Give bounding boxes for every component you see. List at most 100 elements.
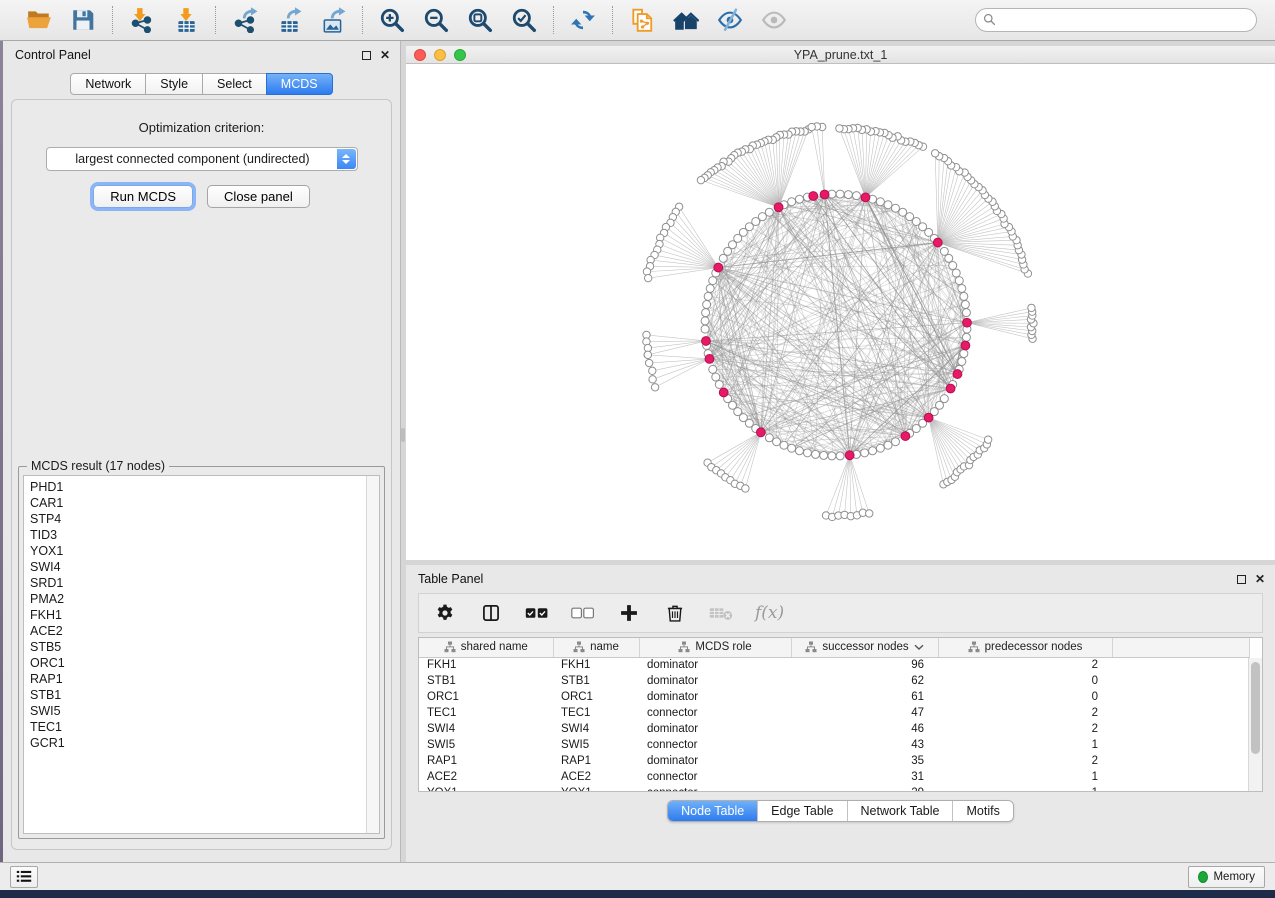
- graph-node[interactable]: [836, 190, 844, 198]
- delete-icon[interactable]: [663, 601, 687, 625]
- graph-node[interactable]: [709, 277, 717, 285]
- table-row[interactable]: RAP1RAP1dominator352: [419, 753, 1249, 769]
- cell-successor-nodes[interactable]: 62: [791, 673, 938, 689]
- graph-node[interactable]: [703, 301, 711, 309]
- graph-node[interactable]: [701, 317, 709, 325]
- memory-button[interactable]: Memory: [1188, 866, 1265, 888]
- tab-network-table[interactable]: Network Table: [847, 801, 953, 821]
- graph-mcds-node[interactable]: [861, 193, 870, 202]
- graph-node[interactable]: [962, 309, 970, 317]
- search-input[interactable]: [975, 8, 1257, 32]
- cell-predecessor-nodes[interactable]: 1: [938, 769, 1112, 785]
- column-header-successor-nodes[interactable]: successor nodes: [791, 638, 938, 657]
- cell-shared-name[interactable]: SWI4: [419, 721, 553, 737]
- save-session-icon[interactable]: [68, 5, 98, 35]
- tab-edge-table[interactable]: Edge Table: [757, 801, 846, 821]
- cell-MCDS-role[interactable]: connector: [639, 769, 791, 785]
- result-node-item[interactable]: RAP1: [30, 671, 360, 687]
- cell-MCDS-role[interactable]: dominator: [639, 689, 791, 705]
- result-node-item[interactable]: CAR1: [30, 495, 360, 511]
- export-table-icon[interactable]: [274, 5, 304, 35]
- cell-predecessor-nodes[interactable]: 2: [938, 657, 1112, 673]
- graph-satellite-node[interactable]: [644, 274, 651, 281]
- graph-satellite-node[interactable]: [931, 150, 938, 157]
- graph-node[interactable]: [704, 292, 712, 300]
- tab-network[interactable]: Network: [70, 73, 146, 95]
- table-row[interactable]: SWI4SWI4dominator462: [419, 721, 1249, 737]
- result-node-item[interactable]: TID3: [30, 527, 360, 543]
- hide-selected-icon[interactable]: [715, 5, 745, 35]
- graph-node[interactable]: [960, 350, 968, 358]
- graph-satellite-node[interactable]: [984, 436, 991, 443]
- column-header-MCDS-role[interactable]: MCDS role: [639, 638, 791, 657]
- float-panel-icon[interactable]: [362, 51, 371, 60]
- cell-successor-nodes[interactable]: 61: [791, 689, 938, 705]
- graph-node[interactable]: [861, 449, 869, 457]
- cell-MCDS-role[interactable]: dominator: [639, 673, 791, 689]
- graph-node[interactable]: [884, 201, 892, 209]
- column-header-shared-name[interactable]: shared name: [419, 638, 553, 657]
- column-header-predecessor-nodes[interactable]: predecessor nodes: [938, 638, 1112, 657]
- graph-satellite-node[interactable]: [1028, 304, 1035, 311]
- cell-name[interactable]: YOX1: [553, 785, 639, 792]
- graph-satellite-node[interactable]: [649, 367, 656, 374]
- cell-MCDS-role[interactable]: dominator: [639, 657, 791, 673]
- open-file-icon[interactable]: [24, 5, 54, 35]
- cell-successor-nodes[interactable]: 96: [791, 657, 938, 673]
- cell-shared-name[interactable]: RAP1: [419, 753, 553, 769]
- cell-predecessor-nodes[interactable]: 2: [938, 753, 1112, 769]
- graph-satellite-node[interactable]: [742, 485, 749, 492]
- graph-node[interactable]: [702, 309, 710, 317]
- graph-node[interactable]: [795, 447, 803, 455]
- graph-mcds-node[interactable]: [963, 318, 972, 327]
- column-header-name[interactable]: name: [553, 638, 639, 657]
- graph-mcds-node[interactable]: [714, 263, 723, 272]
- graph-mcds-node[interactable]: [774, 203, 783, 212]
- graph-node[interactable]: [884, 441, 892, 449]
- graph-satellite-node[interactable]: [808, 123, 815, 130]
- cell-predecessor-nodes[interactable]: 0: [938, 689, 1112, 705]
- graph-node[interactable]: [820, 451, 828, 459]
- cell-shared-name[interactable]: SWI5: [419, 737, 553, 753]
- graph-node[interactable]: [706, 284, 714, 292]
- tab-style[interactable]: Style: [145, 73, 203, 95]
- result-node-item[interactable]: PMA2: [30, 591, 360, 607]
- graph-node[interactable]: [891, 438, 899, 446]
- graph-satellite-node[interactable]: [697, 176, 704, 183]
- cell-MCDS-role[interactable]: dominator: [639, 753, 791, 769]
- cell-MCDS-role[interactable]: dominator: [639, 721, 791, 737]
- cell-shared-name[interactable]: STB1: [419, 673, 553, 689]
- graph-satellite-node[interactable]: [866, 510, 873, 517]
- first-neighbors-icon[interactable]: [671, 5, 701, 35]
- graph-satellite-node[interactable]: [651, 384, 658, 391]
- graph-node[interactable]: [773, 438, 781, 446]
- graph-node[interactable]: [852, 192, 860, 200]
- result-node-item[interactable]: TEC1: [30, 719, 360, 735]
- cell-MCDS-role[interactable]: connector: [639, 785, 791, 792]
- zoom-out-icon[interactable]: [421, 5, 451, 35]
- result-node-item[interactable]: GCR1: [30, 735, 360, 751]
- sort-caret-icon[interactable]: [914, 644, 924, 650]
- graph-node[interactable]: [940, 247, 948, 255]
- cell-successor-nodes[interactable]: 43: [791, 737, 938, 753]
- close-table-panel-icon[interactable]: ✕: [1255, 575, 1265, 584]
- cell-name[interactable]: ORC1: [553, 689, 639, 705]
- refresh-icon[interactable]: [568, 5, 598, 35]
- cell-name[interactable]: FKH1: [553, 657, 639, 673]
- zoom-selected-icon[interactable]: [509, 5, 539, 35]
- result-node-item[interactable]: STB1: [30, 687, 360, 703]
- cell-name[interactable]: SWI4: [553, 721, 639, 737]
- table-row[interactable]: YOX1YOX1connector291: [419, 785, 1249, 792]
- graph-node[interactable]: [891, 204, 899, 212]
- graph-satellite-node[interactable]: [836, 125, 843, 132]
- graph-node[interactable]: [765, 434, 773, 442]
- graph-node[interactable]: [869, 447, 877, 455]
- result-node-item[interactable]: YOX1: [30, 543, 360, 559]
- import-table-icon[interactable]: [171, 5, 201, 35]
- cell-MCDS-role[interactable]: connector: [639, 705, 791, 721]
- graph-satellite-node[interactable]: [645, 359, 652, 366]
- cell-shared-name[interactable]: ORC1: [419, 689, 553, 705]
- tab-motifs[interactable]: Motifs: [952, 801, 1012, 821]
- result-node-item[interactable]: STP4: [30, 511, 360, 527]
- graph-mcds-node[interactable]: [924, 413, 933, 422]
